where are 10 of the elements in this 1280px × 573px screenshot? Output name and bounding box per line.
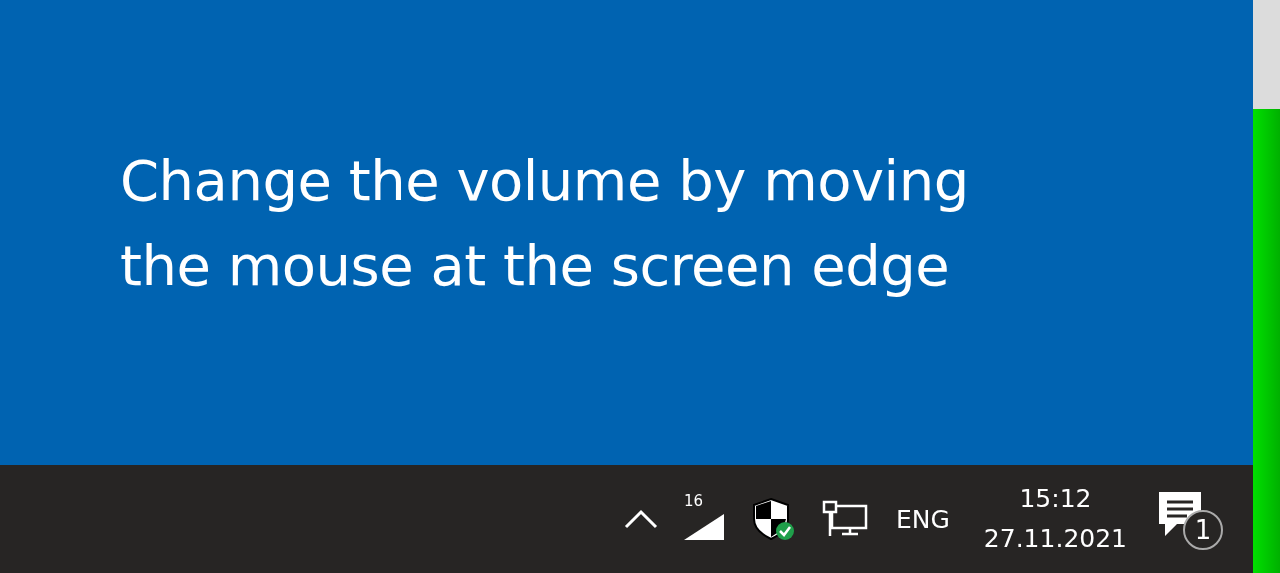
chevron-up-icon[interactable] <box>624 509 658 529</box>
notification-count: 1 <box>1183 510 1223 550</box>
time-text: 15:12 <box>1019 483 1092 515</box>
date-text: 27.11.2021 <box>983 523 1127 555</box>
notification-button[interactable]: 1 <box>1157 488 1223 550</box>
signal-label: 16 <box>684 492 704 510</box>
network-icon[interactable] <box>822 500 868 538</box>
language-indicator[interactable]: ENG <box>880 504 966 534</box>
clock[interactable]: 15:12 27.11.2021 <box>965 479 1145 559</box>
hint-message: Change the volume by moving the mouse at the screen edge <box>120 146 970 300</box>
